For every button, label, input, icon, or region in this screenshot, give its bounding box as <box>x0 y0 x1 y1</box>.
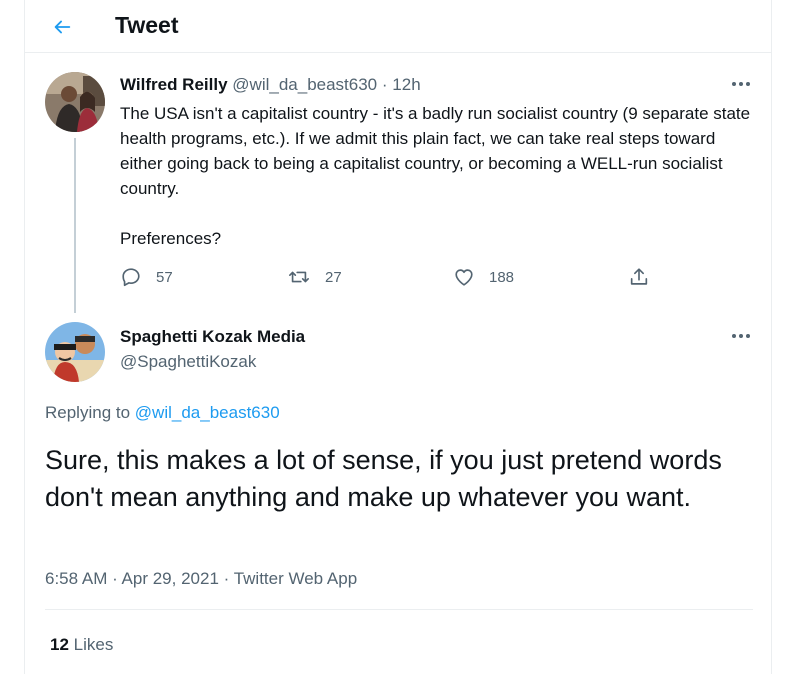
like-count: 188 <box>489 268 515 286</box>
thread-connector-line <box>74 138 76 313</box>
parent-more-button[interactable] <box>729 76 753 92</box>
reply-icon <box>122 268 140 287</box>
likes-count: 12 <box>50 635 69 654</box>
reply-author-name[interactable]: Spaghetti Kozak Media <box>120 327 305 347</box>
reply-tweet-text: Sure, this makes a lot of sense, if you … <box>45 445 722 512</box>
parent-tweet-paragraph: Preferences? <box>120 229 222 248</box>
spaghetti-kozak-avatar[interactable] <box>45 322 105 382</box>
parent-tweet-time[interactable]: 12h <box>392 75 420 94</box>
parent-tweet-text: The USA isn't a capitalist country - it'… <box>120 101 760 251</box>
share-icon <box>630 268 648 285</box>
tweet-timestamp[interactable]: 6:58 AM · Apr 29, 2021 · Twitter Web App <box>45 569 357 589</box>
avatar-photo <box>45 322 105 382</box>
retweet-icon <box>289 271 309 283</box>
arrow-left-icon <box>54 20 71 34</box>
likes-stat[interactable]: 12 Likes <box>50 635 113 655</box>
page-header: Tweet <box>25 0 771 53</box>
parent-author-handle[interactable]: @wil_da_beast630 <box>232 75 377 94</box>
reply-author-handle[interactable]: @SpaghettiKozak <box>120 352 256 372</box>
parent-author-name[interactable]: Wilfred Reilly <box>120 75 228 94</box>
likes-label: Likes <box>73 635 114 654</box>
reply-button[interactable]: 57 <box>120 266 173 288</box>
parent-tweet-header: Wilfred Reilly @wil_da_beast630 · 12h <box>120 75 421 95</box>
retweet-button[interactable]: 27 <box>287 266 342 288</box>
share-button[interactable] <box>628 266 650 288</box>
reply-count: 57 <box>156 268 173 286</box>
page-title: Tweet <box>115 12 179 38</box>
heart-icon <box>455 269 473 286</box>
parent-tweet-paragraph: The USA isn't a capitalist country - it'… <box>120 104 751 198</box>
replying-to-handle-link[interactable]: @wil_da_beast630 <box>135 403 280 422</box>
wilfred-avatar[interactable] <box>45 72 105 132</box>
retweet-count: 27 <box>325 268 342 286</box>
divider <box>45 609 753 610</box>
replying-to-label: Replying to <box>45 403 131 422</box>
avatar-photo <box>45 72 105 132</box>
like-button[interactable]: 188 <box>453 266 514 288</box>
tweet-column: Tweet Wilfred Reilly @wil_da_beast630 · … <box>24 0 772 674</box>
reply-more-button[interactable] <box>729 328 753 344</box>
header-separator: · <box>381 75 388 94</box>
more-horizontal-icon <box>732 334 750 338</box>
replying-to-line: Replying to @wil_da_beast630 <box>45 403 280 423</box>
more-horizontal-icon <box>732 82 750 86</box>
back-button[interactable] <box>45 10 79 44</box>
